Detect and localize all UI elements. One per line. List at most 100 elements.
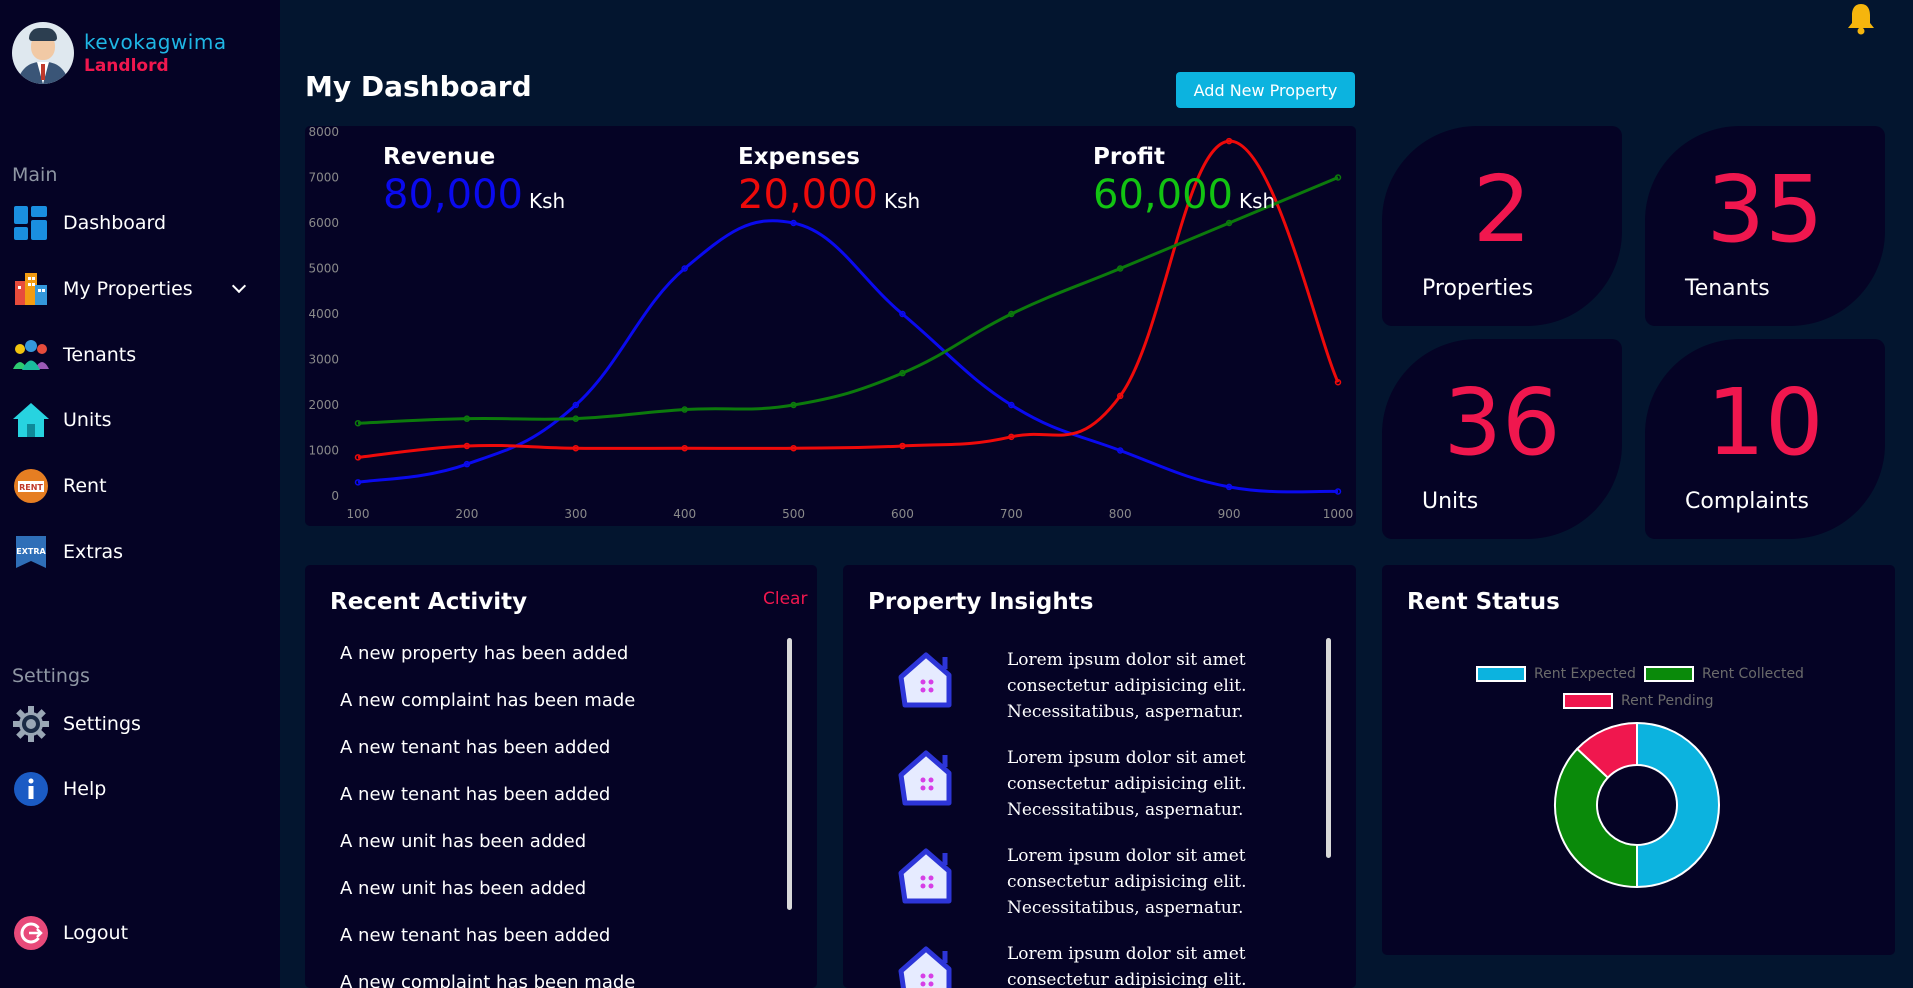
x-tick-label: 700 (1000, 507, 1023, 521)
y-tick-label: 5000 (308, 262, 339, 276)
y-tick-label: 8000 (308, 126, 339, 139)
kpi-complaints[interactable]: 10 Complaints (1645, 339, 1885, 539)
x-tick-label: 1000 (1323, 507, 1354, 521)
gear-icon (12, 705, 50, 743)
revenue-stat: Revenue 80,000 Ksh (383, 144, 565, 218)
financial-chart-card: 0 1000 2000 3000 4000 5000 6000 7000 8000 100 200 3… (305, 126, 1356, 526)
pie-slice-rent-collected[interactable] (1554, 747, 1638, 889)
sidebar-item-rent[interactable]: RENT Rent (12, 464, 252, 508)
x-tick-label: 300 (564, 507, 587, 521)
kpi-properties[interactable]: 2 Properties (1382, 126, 1622, 326)
kpi-label: Tenants (1685, 276, 1770, 301)
main-section-label: Main (12, 164, 58, 186)
list-item: A new complaint has been made (340, 690, 636, 711)
kpi-value: 2 (1472, 156, 1532, 263)
extra-banner-icon: EXTRA (12, 533, 50, 571)
people-icon (12, 336, 50, 374)
recent-activity-title: Recent Activity (330, 589, 528, 615)
kpi-units[interactable]: 36 Units (1382, 339, 1622, 539)
expenses-stat: Expenses 20,000 Ksh (738, 144, 920, 218)
revenue-title: Revenue (383, 144, 496, 170)
legend-label: Rent Expected (1534, 666, 1636, 682)
kpi-label: Complaints (1685, 489, 1809, 514)
legend-item[interactable]: Rent Expected (1476, 666, 1636, 682)
user-profile[interactable]: kevokagwima Landlord (12, 22, 227, 84)
sidebar-item-tenants[interactable]: Tenants (12, 333, 252, 377)
logout-icon (12, 914, 50, 952)
dashboard-grid-icon (12, 204, 50, 242)
legend-item[interactable]: Rent Collected (1644, 666, 1804, 682)
insight-text: Lorem ipsum dolor sit amet consectetur a… (1007, 944, 1247, 988)
y-tick-label: 0 (331, 489, 339, 503)
insights-scrollbar[interactable] (1326, 638, 1331, 858)
y-tick-label: 2000 (308, 398, 339, 412)
notification-bell-icon[interactable] (1846, 2, 1876, 36)
list-item: A new complaint has been made (340, 972, 636, 988)
kpi-value: 10 (1706, 369, 1824, 476)
rent-status-title: Rent Status (1407, 589, 1560, 615)
settings-section-label: Settings (12, 665, 90, 687)
list-item: A new tenant has been added (340, 925, 611, 946)
user-role: Landlord (84, 56, 169, 76)
legend-item[interactable]: Rent Pending (1563, 693, 1714, 709)
kpi-tenants[interactable]: 35 Tenants (1645, 126, 1885, 326)
chevron-down-icon[interactable] (231, 278, 247, 294)
insight-item: Lorem ipsum dolor sit amet consectetur a… (893, 941, 1287, 988)
sidebar-item-label: My Properties (63, 278, 193, 300)
page-title: My Dashboard (305, 70, 532, 103)
x-tick-label: 200 (455, 507, 478, 521)
y-tick-label: 1000 (308, 444, 339, 458)
x-tick-label: 800 (1109, 507, 1132, 521)
house-icon (898, 750, 952, 806)
activity-scrollbar[interactable] (787, 638, 792, 910)
sidebar-item-label: Settings (63, 713, 141, 735)
logout-button[interactable]: Logout (12, 911, 252, 955)
avatar (12, 22, 74, 84)
list-item: A new property has been added (340, 643, 629, 664)
sidebar-item-extras[interactable]: EXTRA Extras (12, 530, 252, 574)
add-new-property-button[interactable]: Add New Property (1176, 72, 1355, 108)
sidebar-item-label: Extras (63, 541, 124, 563)
clear-activity-link[interactable]: Clear (763, 589, 807, 609)
sidebar-item-dashboard[interactable]: Dashboard (12, 201, 252, 245)
property-insights-panel: Property Insights Lorem ipsum dolor sit … (843, 565, 1356, 988)
property-insights-title: Property Insights (868, 589, 1094, 615)
sidebar-item-help[interactable]: Help (12, 767, 252, 811)
house-icon (898, 848, 952, 904)
house-icon (12, 401, 50, 439)
sidebar-item-label: Help (63, 778, 107, 800)
insight-text: Lorem ipsum dolor sit amet consectetur a… (1007, 650, 1247, 722)
info-icon (12, 770, 50, 808)
username: kevokagwima (84, 30, 227, 54)
buildings-icon (12, 270, 50, 308)
revenue-unit: Ksh (528, 189, 566, 213)
legend-swatch (1644, 666, 1694, 682)
list-item: A new tenant has been added (340, 784, 611, 805)
y-tick-label: 3000 (308, 353, 339, 367)
sidebar-item-settings[interactable]: Settings (12, 702, 252, 746)
kpi-label: Properties (1422, 276, 1534, 301)
legend-swatch (1563, 693, 1613, 709)
rent-sign-icon: RENT (12, 467, 50, 505)
list-item: A new unit has been added (340, 831, 587, 852)
sidebar-item-units[interactable]: Units (12, 398, 252, 442)
profit-unit: Ksh (1238, 189, 1276, 213)
rent-status-panel: Rent Status Rent Expected Rent Collected… (1382, 565, 1895, 955)
kpi-label: Units (1422, 489, 1479, 514)
svg-text:EXTRA: EXTRA (16, 547, 46, 556)
pie-slice-rent-expected[interactable] (1636, 721, 1720, 889)
expenses-unit: Ksh (883, 189, 921, 213)
profit-title: Profit (1093, 144, 1166, 170)
logout-label: Logout (63, 922, 129, 944)
kpi-value: 36 (1443, 369, 1561, 476)
x-tick-label: 500 (782, 507, 805, 521)
legend-label: Rent Collected (1702, 666, 1804, 682)
legend-swatch (1476, 666, 1526, 682)
donut-chart (1554, 721, 1720, 889)
kpi-value: 35 (1706, 156, 1824, 263)
insight-item: Lorem ipsum dolor sit amet consectetur a… (893, 647, 1287, 725)
insight-item: Lorem ipsum dolor sit amet consectetur a… (893, 745, 1287, 823)
insight-text: Lorem ipsum dolor sit amet consectetur a… (1007, 748, 1247, 820)
expenses-title: Expenses (738, 144, 860, 170)
sidebar-item-my-properties[interactable]: My Properties (12, 267, 252, 311)
